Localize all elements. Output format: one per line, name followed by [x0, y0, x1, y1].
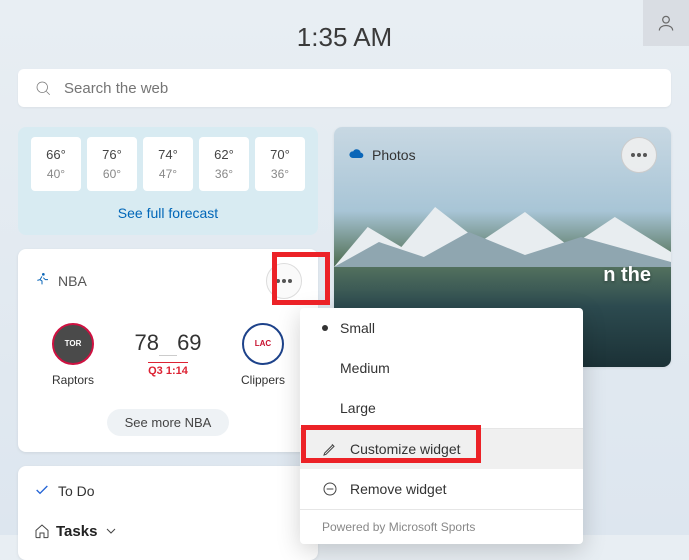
menu-size-medium[interactable]: Medium: [300, 348, 583, 388]
clock: 1:35 AM: [0, 0, 689, 53]
search-icon: [34, 79, 52, 97]
score-b: 69: [177, 330, 201, 355]
score-a: 78: [134, 330, 158, 355]
weather-day[interactable]: 74° 47°: [143, 137, 193, 191]
weather-day[interactable]: 76° 60°: [87, 137, 137, 191]
menu-customize-widget[interactable]: Customize widget: [300, 429, 583, 469]
weather-lo: 36°: [255, 165, 305, 183]
nba-more-button[interactable]: [266, 263, 302, 299]
weather-hi: 62°: [199, 145, 249, 165]
weather-widget[interactable]: 66° 40° 76° 60° 74° 47° 62° 36° 70° 36: [18, 127, 318, 235]
weather-day[interactable]: 66° 40°: [31, 137, 81, 191]
weather-day[interactable]: 70° 36°: [255, 137, 305, 191]
weather-lo: 47°: [143, 165, 193, 183]
tasks-label: Tasks: [56, 523, 97, 540]
team-b[interactable]: LAC Clippers: [228, 323, 298, 387]
team-b-name: Clippers: [228, 373, 298, 387]
see-more-nba-button[interactable]: See more NBA: [107, 409, 230, 436]
game-score: 78 69: [134, 330, 201, 356]
weather-hi: 76°: [87, 145, 137, 165]
photos-caption: n the: [603, 264, 651, 287]
raptors-logo-icon: TOR: [52, 323, 94, 365]
weather-hi: 66°: [31, 145, 81, 165]
photos-title: Photos: [372, 147, 416, 163]
chevron-down-icon: [103, 523, 119, 539]
pencil-icon: [322, 441, 338, 457]
see-full-forecast-link[interactable]: See full forecast: [26, 205, 310, 221]
menu-size-large[interactable]: Large: [300, 388, 583, 428]
home-icon: [34, 523, 50, 539]
team-a-name: Raptors: [38, 373, 108, 387]
search-input[interactable]: [64, 80, 655, 97]
widget-context-menu: Small Medium Large Customize widget Remo…: [300, 308, 583, 544]
menu-label: Large: [340, 400, 376, 416]
cloud-icon: [348, 146, 364, 165]
nba-widget: NBA TOR Raptors 78 69 Q3 1:14: [18, 249, 318, 452]
menu-label: Medium: [340, 360, 390, 376]
weather-lo: 36°: [199, 165, 249, 183]
menu-footer: Powered by Microsoft Sports: [300, 510, 583, 544]
todo-title: To Do: [58, 483, 95, 499]
profile-button[interactable]: [643, 0, 689, 46]
menu-size-small[interactable]: Small: [300, 308, 583, 348]
weather-hi: 70°: [255, 145, 305, 165]
weather-day[interactable]: 62° 36°: [199, 137, 249, 191]
nba-title: NBA: [58, 273, 87, 289]
todo-widget: To Do Tasks: [18, 466, 318, 560]
menu-label: Remove widget: [350, 481, 447, 497]
weather-lo: 60°: [87, 165, 137, 183]
remove-icon: [322, 481, 338, 497]
bullet-icon: [322, 325, 328, 331]
tasks-dropdown[interactable]: Tasks: [34, 523, 302, 540]
running-icon: [34, 271, 50, 290]
photos-more-button[interactable]: [621, 137, 657, 173]
team-a[interactable]: TOR Raptors: [38, 323, 108, 387]
search-box[interactable]: [18, 69, 671, 107]
menu-remove-widget[interactable]: Remove widget: [300, 469, 583, 509]
menu-label: Customize widget: [350, 441, 461, 457]
weather-hi: 74°: [143, 145, 193, 165]
menu-label: Small: [340, 320, 375, 336]
clippers-logo-icon: LAC: [242, 323, 284, 365]
check-icon: [34, 482, 50, 501]
game-status: Q3 1:14: [148, 362, 188, 377]
weather-lo: 40°: [31, 165, 81, 183]
